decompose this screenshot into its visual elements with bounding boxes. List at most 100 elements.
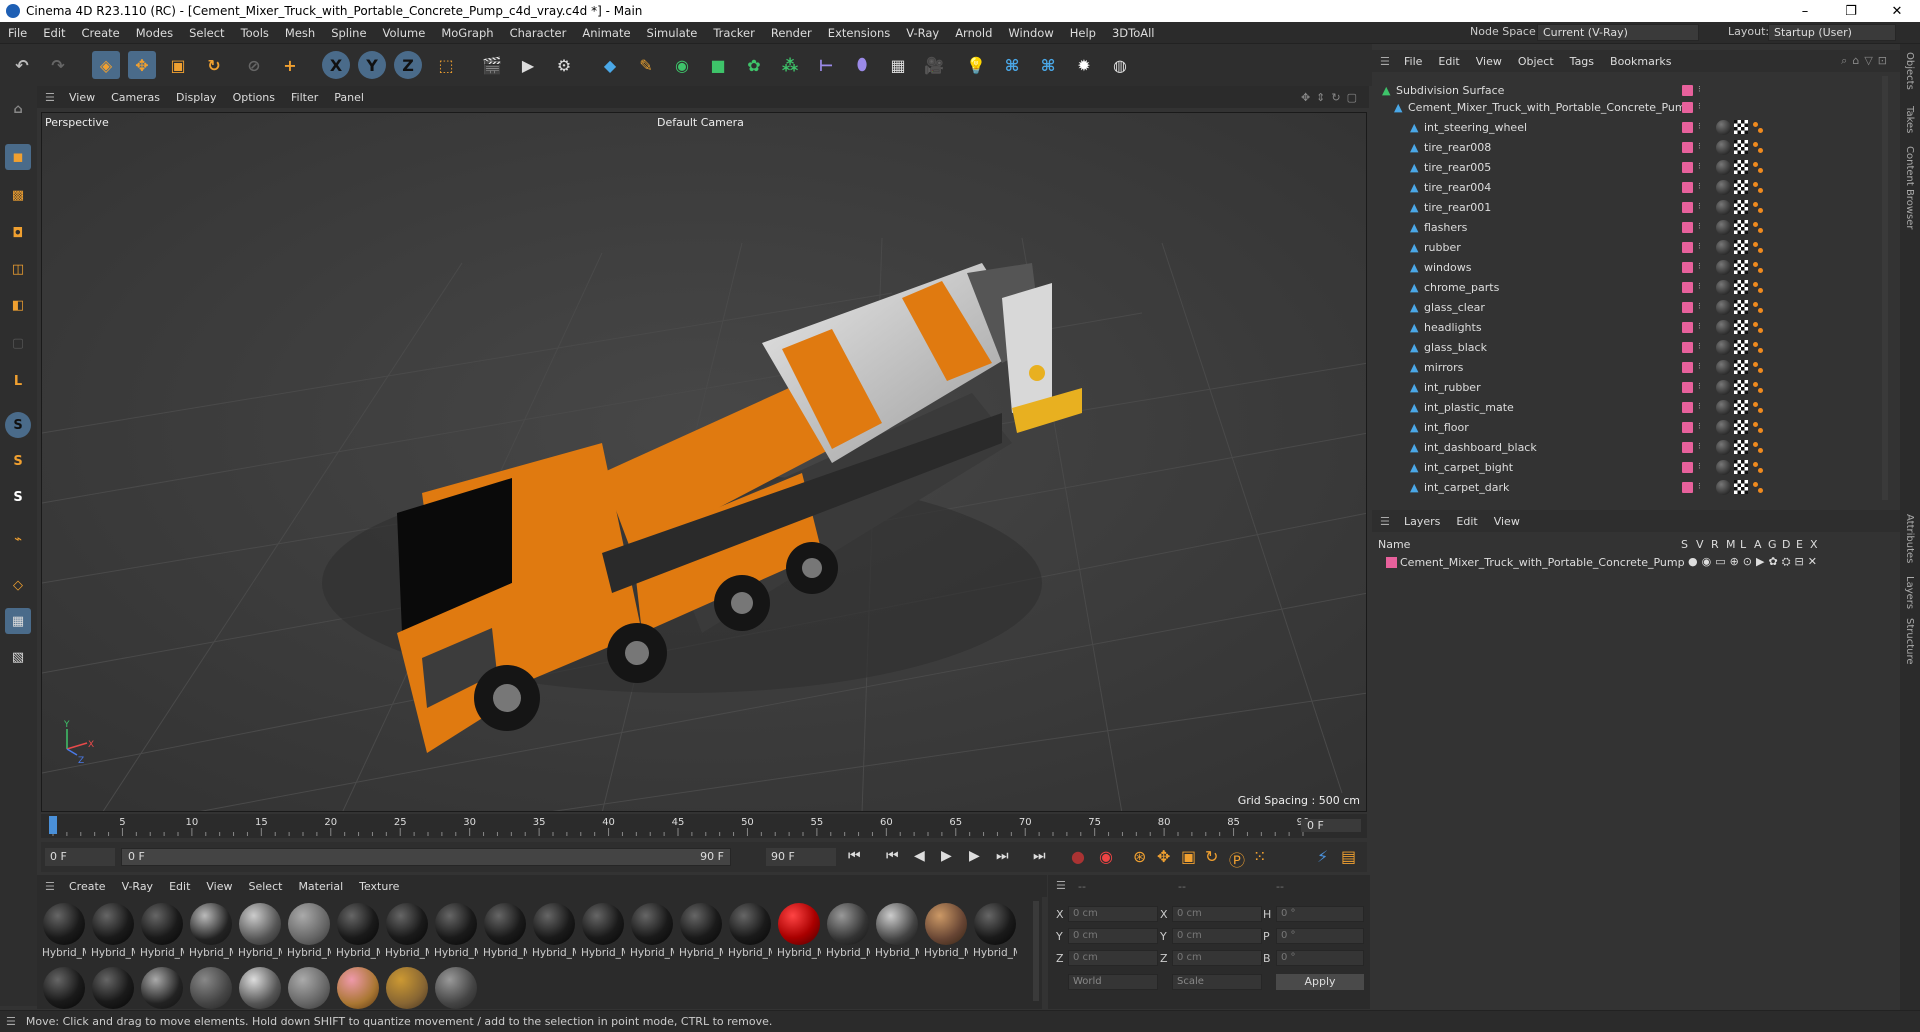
object-name[interactable]: headlights	[1424, 321, 1482, 334]
visibility-dots-icon[interactable]: ⁝	[1698, 302, 1701, 312]
hamburger-icon[interactable]: ☰	[45, 91, 61, 104]
visibility-dots-icon[interactable]: ⁝	[1698, 85, 1701, 95]
polygon-mode-icon[interactable]: ◧	[5, 292, 31, 318]
vray-tag-icon[interactable]	[1734, 160, 1748, 174]
object-name[interactable]: flashers	[1424, 221, 1467, 234]
key-pla-icon[interactable]: ⁙	[1253, 847, 1266, 866]
material-menu-material[interactable]: Material	[290, 880, 351, 893]
frame-range-slider[interactable]: 0 F 90 F	[121, 848, 731, 866]
material-tag-icon[interactable]	[1716, 399, 1731, 415]
vray-settings-icon[interactable]: ✹	[1070, 51, 1098, 79]
maximize-button[interactable]: ❐	[1828, 4, 1874, 19]
object-row-child[interactable]: ▲ int_dashboard_black ⁝	[1372, 437, 1880, 457]
size-y-field[interactable]: 0 cm	[1172, 928, 1262, 944]
object-menu-object[interactable]: Object	[1510, 55, 1562, 68]
object-menu-tags[interactable]: Tags	[1562, 55, 1602, 68]
snap-settings-icon[interactable]: S	[5, 448, 31, 474]
render-view-icon[interactable]: 🎬	[478, 51, 506, 79]
layer-color-tag[interactable]	[1682, 141, 1693, 153]
material-swatch[interactable]: Hybrid_M	[336, 903, 380, 959]
default-camera-label[interactable]: Default Camera	[657, 116, 744, 129]
object-scrollbar[interactable]	[1882, 76, 1888, 500]
layer-color-swatch[interactable]	[1386, 557, 1397, 568]
layer-color-tag[interactable]	[1682, 361, 1693, 373]
menu-tracker[interactable]: Tracker	[705, 26, 763, 40]
object-row-child[interactable]: ▲ glass_black ⁝	[1372, 337, 1880, 357]
tab-attributes[interactable]: Attributes	[1904, 514, 1915, 563]
node-space-dropdown[interactable]: Current (V-Ray)	[1537, 24, 1699, 41]
recent-tool-icon[interactable]: ⊘	[240, 51, 268, 79]
visibility-dots-icon[interactable]: ⁝	[1698, 342, 1701, 352]
object-name[interactable]: mirrors	[1424, 361, 1463, 374]
vray-tag-icon[interactable]	[1734, 260, 1748, 274]
select-tool-icon[interactable]: ◈	[92, 51, 120, 79]
material-swatch[interactable]	[336, 967, 380, 1009]
object-name[interactable]: Subdivision Surface	[1396, 84, 1504, 97]
layer-color-tag[interactable]	[1682, 101, 1693, 113]
material-swatch[interactable]	[140, 967, 184, 1009]
material-swatch[interactable]: Hybrid_M	[630, 903, 674, 959]
edge-mode-icon[interactable]: ◫	[5, 256, 31, 282]
motion-system-icon[interactable]: ⚡	[1317, 847, 1328, 866]
layer-color-tag[interactable]	[1682, 221, 1693, 233]
move-tool-icon[interactable]: ✥	[128, 51, 156, 79]
visibility-dots-icon[interactable]: ⁝	[1698, 142, 1701, 152]
material-tag-icon[interactable]	[1716, 419, 1731, 435]
layer-color-tag[interactable]	[1682, 301, 1693, 313]
object-name[interactable]: tire_rear005	[1424, 161, 1491, 174]
light-icon[interactable]: 💡	[962, 51, 990, 79]
viewport-navigation-icons[interactable]: ✥⇕↻▢	[1301, 91, 1369, 104]
vray-tag-icon[interactable]	[1734, 480, 1748, 494]
make-editable-icon[interactable]: ⌂	[5, 96, 31, 122]
model-mode-icon[interactable]: ◼	[5, 144, 31, 170]
menu-arnold[interactable]: Arnold	[947, 26, 1000, 40]
render-picture-viewer-icon[interactable]: ▶	[514, 51, 542, 79]
visibility-dots-icon[interactable]: ⁝	[1698, 122, 1701, 132]
visibility-dots-icon[interactable]: ⁝	[1698, 482, 1701, 492]
start-frame-field[interactable]: 0 F	[45, 848, 115, 866]
object-menu-file[interactable]: File	[1396, 55, 1430, 68]
size-x-field[interactable]: 0 cm	[1172, 906, 1262, 922]
layer-color-tag[interactable]	[1682, 201, 1693, 213]
python-script-icon[interactable]: ⌘	[1034, 51, 1062, 79]
extrude-generator-icon[interactable]: ■	[704, 51, 732, 79]
material-swatch[interactable]: Hybrid_M	[924, 903, 968, 959]
menu-3dtoall[interactable]: 3DToAll	[1104, 26, 1163, 40]
vray-tag-icon[interactable]	[1734, 280, 1748, 294]
redo-icon[interactable]: ↷	[44, 51, 72, 79]
layer-color-tag[interactable]	[1682, 121, 1693, 133]
material-tag-icon[interactable]	[1716, 119, 1731, 135]
layer-color-tag[interactable]	[1682, 341, 1693, 353]
vray-tag-icon[interactable]	[1734, 320, 1748, 334]
key-rotation-icon[interactable]: ↻	[1205, 847, 1218, 866]
layer-color-tag[interactable]	[1682, 401, 1693, 413]
visibility-dots-icon[interactable]: ⁝	[1698, 242, 1701, 252]
material-tag-icon[interactable]	[1716, 339, 1731, 355]
object-name[interactable]: Cement_Mixer_Truck_with_Portable_Concret…	[1408, 101, 1693, 114]
menu-vray[interactable]: V-Ray	[898, 26, 947, 40]
previous-frame-icon[interactable]: ◀	[914, 848, 925, 864]
visibility-dots-icon[interactable]: ⁝	[1698, 422, 1701, 432]
viewport-menu-view[interactable]: View	[61, 91, 103, 104]
object-name[interactable]: int_steering_wheel	[1424, 121, 1527, 134]
close-button[interactable]: ✕	[1874, 4, 1920, 19]
grid-workplane-icon[interactable]: ▦	[5, 608, 31, 634]
workplane-icon[interactable]: ◇	[5, 572, 31, 598]
visibility-dots-icon[interactable]: ⁝	[1698, 182, 1701, 192]
vray-tag-icon[interactable]	[1734, 400, 1748, 414]
visibility-dots-icon[interactable]: ⁝	[1698, 382, 1701, 392]
object-row-child[interactable]: ▲ int_carpet_dark ⁝	[1372, 477, 1880, 497]
vray-tag-icon[interactable]	[1734, 380, 1748, 394]
tab-structure[interactable]: Structure	[1904, 618, 1915, 665]
material-swatch[interactable]	[238, 967, 282, 1009]
world-dropdown[interactable]: World	[1068, 974, 1158, 990]
magnet-tool-icon[interactable]: ⌁	[5, 526, 31, 552]
viewport-menu-display[interactable]: Display	[168, 91, 225, 104]
material-swatch[interactable]: Hybrid_M	[483, 903, 527, 959]
visibility-dots-icon[interactable]: ⁝	[1698, 162, 1701, 172]
object-name[interactable]: tire_rear008	[1424, 141, 1491, 154]
vray-globe-icon[interactable]: ◍	[1106, 51, 1134, 79]
menu-extensions[interactable]: Extensions	[820, 26, 898, 40]
object-row-child[interactable]: ▲ tire_rear001 ⁝	[1372, 197, 1880, 217]
timeline-ruler[interactable]: 051015202530354045505560657075808590 0 F	[41, 814, 1367, 838]
